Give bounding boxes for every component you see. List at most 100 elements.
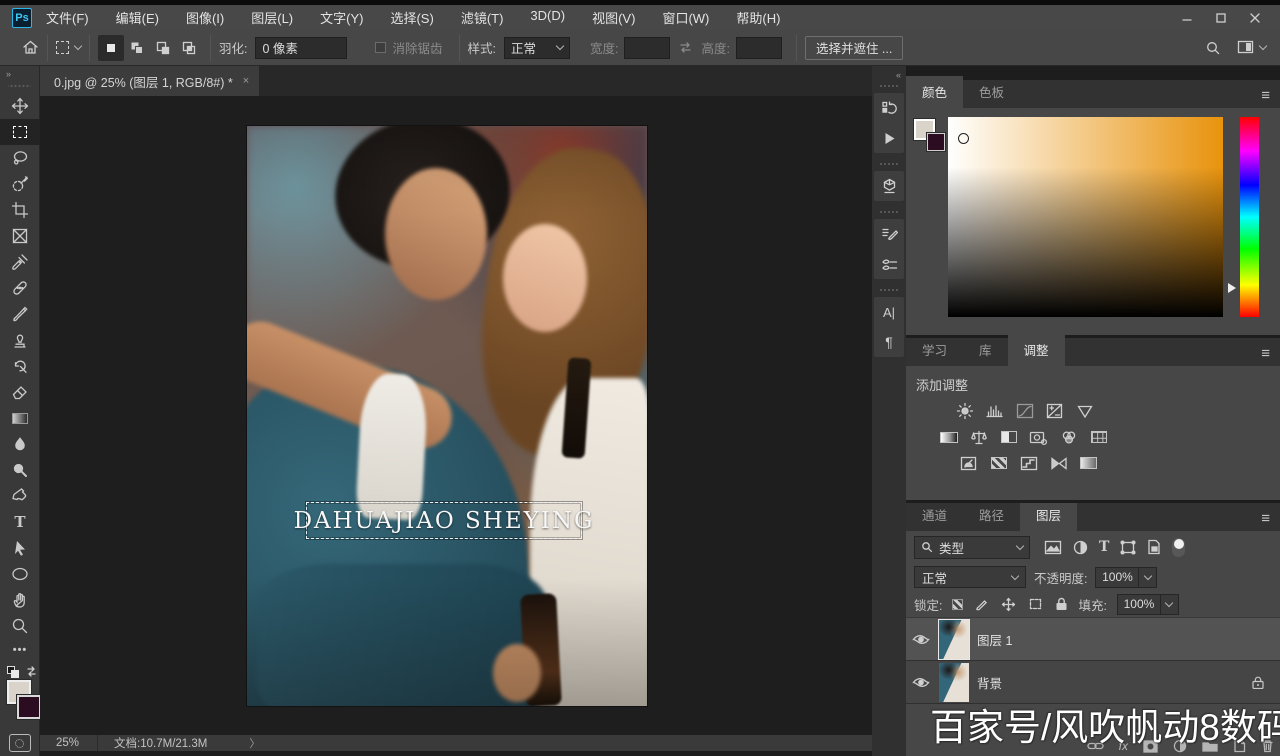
brush-settings-panel-button[interactable]: [874, 219, 904, 249]
lock-transparent-icon[interactable]: [952, 599, 963, 610]
curves-icon[interactable]: [1014, 402, 1035, 420]
expand-panels-icon[interactable]: «: [872, 66, 906, 82]
layer-row-layer1[interactable]: 图层 1: [906, 618, 1280, 661]
quick-mask-button[interactable]: [9, 734, 31, 752]
selection-marquee[interactable]: DAHUAJIAO SHEYING: [306, 502, 582, 539]
gradient-map-icon[interactable]: [1048, 454, 1069, 472]
levels-icon[interactable]: [984, 402, 1005, 420]
tool-preset-picker[interactable]: [56, 41, 81, 54]
tool-hand[interactable]: [0, 587, 40, 613]
hue-slider[interactable]: [1240, 117, 1259, 317]
color-cursor[interactable]: [958, 133, 969, 144]
menu-layer[interactable]: 图层(L): [251, 8, 293, 27]
edit-toolbar-button[interactable]: •••: [0, 639, 40, 661]
home-icon[interactable]: [22, 39, 39, 56]
selective-color-icon[interactable]: [1078, 454, 1099, 472]
photo-filter-icon[interactable]: [1028, 428, 1049, 446]
pixel-layer-filter-icon[interactable]: [1044, 540, 1062, 555]
layer-thumbnail[interactable]: [939, 663, 969, 702]
panel-menu-icon[interactable]: ≡: [1251, 341, 1280, 366]
tab-swatches[interactable]: 色板: [963, 76, 1020, 108]
panel-grip[interactable]: [880, 83, 898, 89]
invert-icon[interactable]: [958, 454, 979, 472]
fill-input[interactable]: 100%: [1117, 594, 1161, 615]
tool-zoom[interactable]: [0, 613, 40, 639]
tool-gradient[interactable]: [0, 405, 40, 431]
tab-libraries[interactable]: 库: [963, 334, 1008, 366]
threshold-icon[interactable]: [1018, 454, 1039, 472]
new-selection-button[interactable]: [98, 35, 124, 61]
black-white-icon[interactable]: [998, 428, 1019, 446]
layer-filter-type-select[interactable]: 类型: [914, 536, 1030, 559]
tool-crop[interactable]: [0, 197, 40, 223]
add-to-selection-button[interactable]: [124, 35, 150, 61]
panel-grip[interactable]: [8, 83, 31, 89]
document-image[interactable]: DAHUAJIAO SHEYING: [247, 126, 647, 706]
tool-object-selection[interactable]: [0, 171, 40, 197]
layer-thumbnail[interactable]: [939, 620, 969, 659]
visibility-eye-icon[interactable]: [912, 633, 931, 646]
history-panel-button[interactable]: [874, 93, 904, 123]
tool-move[interactable]: [0, 93, 40, 119]
menu-edit[interactable]: 编辑(E): [116, 8, 159, 27]
menu-select[interactable]: 选择(S): [390, 8, 433, 27]
tool-path-selection[interactable]: [0, 535, 40, 561]
tool-lasso[interactable]: [0, 145, 40, 171]
lock-pixels-icon[interactable]: [975, 597, 989, 611]
hue-saturation-icon[interactable]: [938, 428, 959, 446]
posterize-icon[interactable]: [988, 454, 1009, 472]
style-select[interactable]: 正常: [504, 37, 570, 59]
vibrance-icon[interactable]: [1074, 402, 1095, 420]
tool-history-brush[interactable]: [0, 353, 40, 379]
antialias-checkbox-group[interactable]: 消除锯齿: [375, 38, 442, 57]
channel-mixer-icon[interactable]: [1058, 428, 1079, 446]
feather-input[interactable]: 0 像素: [255, 37, 347, 59]
close-tab-icon[interactable]: ×: [243, 75, 249, 87]
maximize-button[interactable]: [1204, 7, 1238, 29]
width-input[interactable]: [624, 37, 670, 59]
collapse-tools-icon[interactable]: »: [0, 66, 39, 82]
tab-learn[interactable]: 学习: [906, 334, 963, 366]
panel-menu-icon[interactable]: ≡: [1251, 506, 1280, 531]
tab-layers[interactable]: 图层: [1020, 503, 1077, 531]
visibility-eye-icon[interactable]: [912, 676, 931, 689]
menu-window[interactable]: 窗口(W): [662, 8, 709, 27]
lock-position-icon[interactable]: [1001, 597, 1016, 612]
panel-grip[interactable]: [880, 287, 898, 293]
antialias-checkbox[interactable]: [375, 42, 386, 53]
intersect-selection-button[interactable]: [176, 35, 202, 61]
tool-blur[interactable]: [0, 431, 40, 457]
filter-toggle[interactable]: [1172, 538, 1185, 557]
color-lookup-icon[interactable]: [1088, 428, 1109, 446]
fill-dropdown[interactable]: [1161, 594, 1179, 615]
workspace-switcher-icon[interactable]: [1237, 40, 1266, 55]
canvas-area[interactable]: DAHUAJIAO SHEYING: [40, 96, 872, 735]
shape-layer-filter-icon[interactable]: [1120, 540, 1136, 555]
zoom-level[interactable]: 25%: [40, 737, 97, 749]
close-button[interactable]: [1238, 7, 1272, 29]
blend-mode-select[interactable]: 正常: [914, 566, 1026, 588]
smart-object-filter-icon[interactable]: [1147, 539, 1161, 555]
actions-panel-button[interactable]: [874, 123, 904, 153]
menu-3d[interactable]: 3D(D): [530, 8, 565, 27]
minimize-button[interactable]: [1170, 7, 1204, 29]
menu-file[interactable]: 文件(F): [46, 8, 89, 27]
tool-rectangular-marquee[interactable]: [0, 119, 40, 145]
layer-name[interactable]: 图层 1: [977, 630, 1012, 649]
background-color-swatch[interactable]: [17, 695, 41, 719]
panel-grip[interactable]: [880, 161, 898, 167]
swap-colors-icon[interactable]: [25, 665, 38, 678]
background-color-swatch[interactable]: [927, 133, 945, 151]
swap-dimensions-icon[interactable]: [678, 40, 693, 55]
panel-grip[interactable]: [880, 209, 898, 215]
opacity-dropdown[interactable]: [1139, 567, 1157, 588]
background-lock-icon[interactable]: [1252, 676, 1264, 689]
document-tab[interactable]: 0.jpg @ 25% (图层 1, RGB/8#) * ×: [40, 66, 259, 96]
tool-clone-stamp[interactable]: [0, 327, 40, 353]
paragraph-panel-button[interactable]: ¶: [874, 327, 904, 357]
menu-image[interactable]: 图像(I): [186, 8, 224, 27]
tool-type[interactable]: T: [0, 509, 40, 535]
panel-menu-icon[interactable]: ≡: [1251, 83, 1280, 108]
tool-eyedropper[interactable]: [0, 249, 40, 275]
tool-dodge[interactable]: [0, 457, 40, 483]
